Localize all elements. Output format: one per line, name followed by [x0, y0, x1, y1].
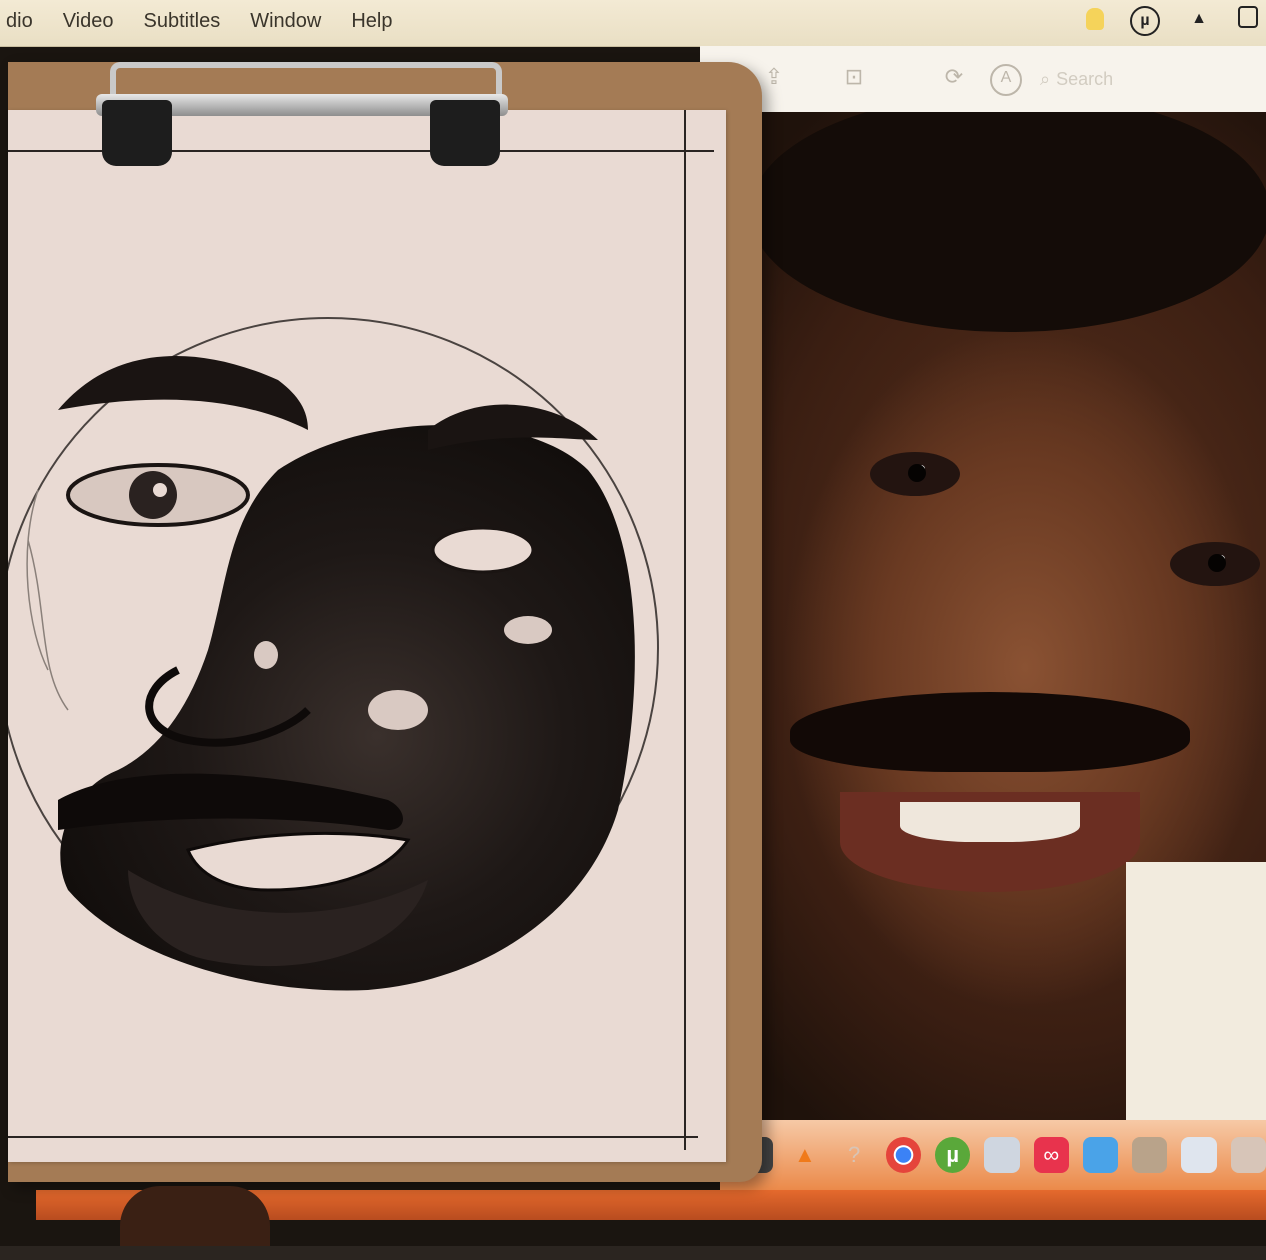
- menu-window[interactable]: Window: [250, 10, 321, 33]
- calendar-icon[interactable]: [1181, 1137, 1217, 1173]
- search-field[interactable]: ⌕ Search: [1040, 64, 1250, 94]
- drawing-left-highlight: [153, 483, 167, 497]
- drawing-cheek-highlight: [504, 616, 552, 644]
- photo-collar: [1126, 862, 1266, 1122]
- menu-audio[interactable]: dio: [6, 10, 33, 33]
- clip-grip-left: [102, 100, 172, 166]
- image-icon[interactable]: [1230, 1137, 1266, 1173]
- markup-icon[interactable]: A: [990, 64, 1022, 96]
- chrome-icon[interactable]: [885, 1137, 922, 1173]
- photos-icon[interactable]: [1132, 1137, 1168, 1173]
- dock: ⇩ ▲ ? µ ∞: [720, 1120, 1266, 1190]
- folder-icon[interactable]: [1082, 1137, 1119, 1173]
- photo-right-eye: [1170, 542, 1260, 586]
- reference-photo: [730, 112, 1266, 1122]
- help-icon[interactable]: ?: [837, 1137, 872, 1173]
- vlc-icon[interactable]: ▲: [787, 1137, 822, 1173]
- image-icon[interactable]: [1238, 6, 1258, 28]
- creative-cloud-icon[interactable]: ∞: [1033, 1137, 1069, 1173]
- utorrent-icon[interactable]: µ: [1130, 6, 1160, 36]
- menu-help[interactable]: Help: [351, 10, 392, 33]
- drawing-nose-highlight: [254, 641, 278, 669]
- drawing-right-eye: [431, 526, 535, 574]
- portrait-drawing: [8, 317, 659, 991]
- menu-bar: dio Video Subtitles Window Help µ ▲: [0, 0, 1266, 46]
- drawing-sketch-lines: [26, 489, 69, 711]
- rotate-icon[interactable]: ⟳: [940, 64, 968, 92]
- preview-icon[interactable]: [984, 1137, 1020, 1173]
- cursor-icon[interactable]: [1086, 8, 1104, 30]
- vlc-icon[interactable]: ▲: [1186, 6, 1212, 32]
- share-icon[interactable]: ⇪: [760, 64, 788, 92]
- crop-icon[interactable]: ⊡: [840, 64, 868, 92]
- drawing-paper: [8, 110, 726, 1162]
- photo-left-eye: [870, 452, 960, 496]
- menu-video[interactable]: Video: [63, 10, 114, 33]
- drawing-left-eyebrow: [58, 356, 308, 430]
- photo-hair: [750, 112, 1266, 332]
- binder-clip: [96, 56, 508, 166]
- search-icon: ⌕: [1040, 68, 1051, 89]
- search-placeholder: Search: [1056, 68, 1114, 89]
- photo-mustache: [790, 692, 1190, 772]
- photo-teeth: [900, 802, 1080, 842]
- clip-grip-right: [430, 100, 500, 166]
- utorrent-icon[interactable]: µ: [935, 1137, 971, 1173]
- preview-toolbar: ⇪ ⊡ ⟳ A ⌕ Search: [700, 46, 1266, 118]
- menu-subtitles[interactable]: Subtitles: [144, 10, 221, 33]
- bottom-strip: [0, 1246, 1266, 1260]
- drawing-cheek-highlight-2: [368, 690, 428, 730]
- drawing-left-iris: [129, 471, 177, 519]
